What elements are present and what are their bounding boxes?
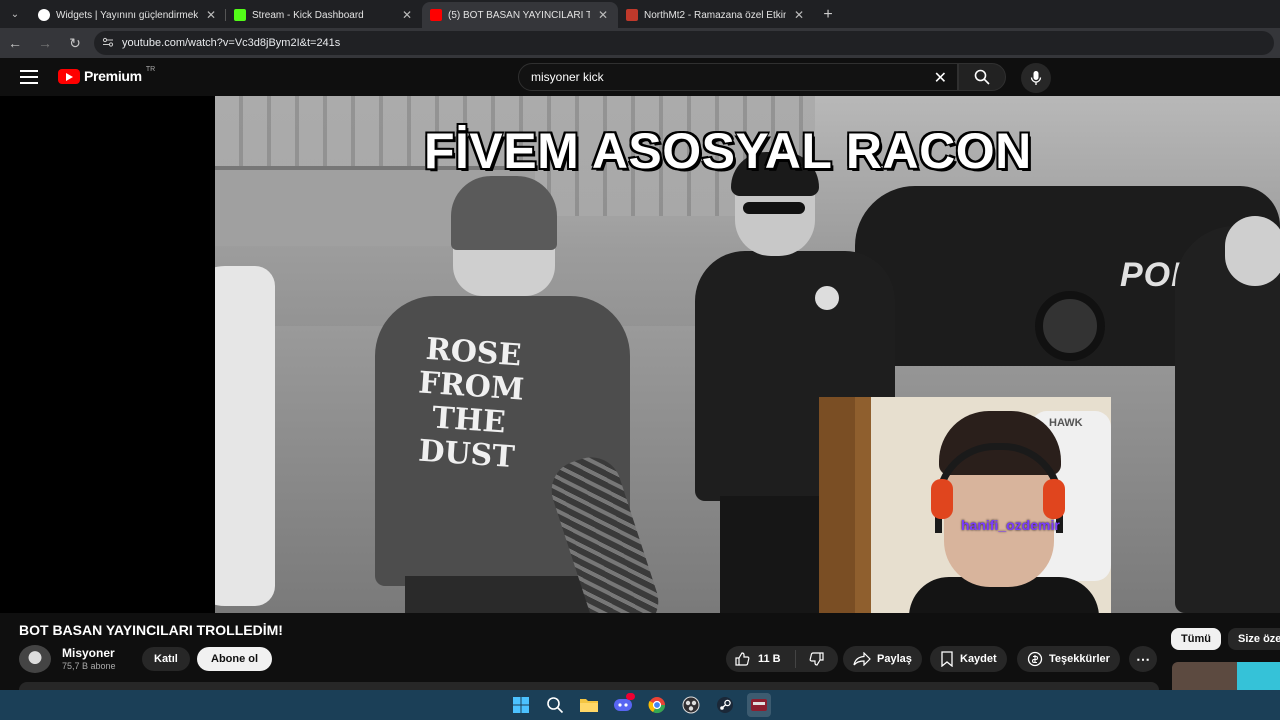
youtube-favicon-icon bbox=[430, 9, 442, 21]
steam-icon[interactable] bbox=[713, 693, 737, 717]
chip-all[interactable]: Tümü bbox=[1171, 628, 1221, 650]
badge-icon bbox=[815, 286, 839, 310]
voice-search-button[interactable] bbox=[1021, 63, 1051, 93]
recommended-thumbnail[interactable] bbox=[1172, 662, 1280, 690]
share-icon bbox=[853, 652, 871, 666]
tab-widgets[interactable]: Widgets | Yayınını güçlendirmek ✕ bbox=[30, 2, 226, 28]
youtube-logo[interactable]: Premium TR bbox=[58, 65, 156, 84]
obs-icon[interactable] bbox=[679, 693, 703, 717]
game-app-icon[interactable] bbox=[747, 693, 771, 717]
search-value: misyoner kick bbox=[531, 70, 604, 84]
clear-search-icon[interactable]: ✕ bbox=[934, 68, 947, 88]
shirt-print-text: ROSE FROM THE DUST bbox=[417, 331, 526, 476]
video-title: BOT BASAN YAYINCILARI TROLLEDİM! bbox=[19, 622, 283, 638]
search-icon bbox=[974, 69, 990, 85]
search-button[interactable] bbox=[958, 63, 1006, 91]
tab-close-icon[interactable]: ✕ bbox=[400, 8, 414, 22]
tab-northmt2[interactable]: NorthMt2 - Ramazana özel Etkinlik ✕ bbox=[618, 2, 814, 28]
tab-title: NorthMt2 - Ramazana özel Etkinlik bbox=[644, 9, 786, 21]
back-arrow-icon[interactable]: ← bbox=[0, 35, 30, 51]
more-actions-icon[interactable]: ⋯ bbox=[1129, 646, 1157, 672]
discord-icon[interactable] bbox=[611, 693, 635, 717]
taskbar-search-icon[interactable] bbox=[543, 693, 567, 717]
chair-brand: HAWK bbox=[1049, 417, 1083, 429]
logo-text: Premium bbox=[84, 68, 142, 84]
youtube-header: Premium TR misyoner kick ✕ bbox=[0, 58, 1280, 96]
share-button[interactable]: Paylaş bbox=[843, 646, 922, 672]
file-explorer-icon[interactable] bbox=[577, 693, 601, 717]
windows-start-icon[interactable] bbox=[509, 693, 533, 717]
northmt2-favicon-icon bbox=[626, 9, 638, 21]
save-button[interactable]: Kaydet bbox=[930, 646, 1007, 672]
url-bar[interactable]: youtube.com/watch?v=Vc3d8jBym2I&t=241s bbox=[94, 31, 1274, 55]
thanks-label: Teşekkürler bbox=[1049, 653, 1110, 665]
browser-tab-strip: ⌄ Widgets | Yayınını güçlendirmek ✕ Stre… bbox=[0, 0, 1280, 28]
thanks-icon bbox=[1027, 651, 1043, 667]
channel-avatar[interactable] bbox=[19, 645, 51, 673]
subscribe-button[interactable]: Abone ol bbox=[197, 647, 273, 671]
tab-kick-dashboard[interactable]: Stream - Kick Dashboard ✕ bbox=[226, 2, 422, 28]
url-text: youtube.com/watch?v=Vc3d8jBym2I&t=241s bbox=[122, 37, 341, 49]
car-wheel bbox=[1035, 291, 1105, 361]
save-icon bbox=[941, 651, 953, 667]
streamer-webcam: HAWK hanifi_ozdemir bbox=[819, 397, 1111, 613]
menu-icon[interactable] bbox=[20, 70, 38, 84]
tab-close-icon[interactable]: ✕ bbox=[596, 8, 610, 22]
region-code: TR bbox=[145, 65, 156, 73]
video-player[interactable]: POLICE ROSEFROMTHEDUST FİVEM ASOSYAL RAC… bbox=[215, 96, 1280, 613]
sunglasses-icon bbox=[743, 202, 805, 214]
dislike-button[interactable] bbox=[796, 651, 838, 667]
tab-title: Widgets | Yayınını güçlendirmek bbox=[56, 9, 198, 21]
widgets-favicon-icon bbox=[38, 9, 50, 21]
notification-badge bbox=[626, 693, 635, 700]
tab-title: (5) BOT BASAN YAYINCILARI TROLLEDİM! bbox=[448, 9, 590, 21]
thanks-button[interactable]: Teşekkürler bbox=[1017, 646, 1120, 672]
site-settings-icon[interactable] bbox=[102, 36, 114, 51]
description-box[interactable] bbox=[19, 682, 1159, 690]
save-label: Kaydet bbox=[960, 653, 997, 665]
subscriber-count: 75,7 B abone bbox=[62, 661, 116, 671]
microphone-icon bbox=[1030, 71, 1042, 85]
video-overlay-title: FİVEM ASOSYAL RACON bbox=[423, 122, 1032, 180]
channel-name[interactable]: Misyoner bbox=[62, 646, 115, 660]
join-button[interactable]: Katıl bbox=[142, 647, 190, 671]
tab-search-chevron-icon[interactable]: ⌄ bbox=[0, 0, 30, 28]
white-car bbox=[215, 266, 275, 606]
share-label: Paylaş bbox=[877, 653, 912, 665]
browser-toolbar: ← → ↻ youtube.com/watch?v=Vc3d8jBym2I&t=… bbox=[0, 28, 1280, 58]
tab-close-icon[interactable]: ✕ bbox=[792, 8, 806, 22]
kick-favicon-icon bbox=[234, 9, 246, 21]
tab-title: Stream - Kick Dashboard bbox=[252, 9, 364, 21]
like-dislike-group: 11 B bbox=[726, 646, 838, 672]
thumbs-up-icon bbox=[735, 652, 750, 666]
search-input[interactable]: misyoner kick ✕ bbox=[518, 63, 958, 91]
chrome-icon[interactable] bbox=[645, 693, 669, 717]
like-button[interactable]: 11 B bbox=[726, 650, 796, 668]
officer-right-head bbox=[1225, 216, 1280, 286]
windows-taskbar bbox=[0, 690, 1280, 720]
like-count: 11 B bbox=[758, 653, 781, 665]
cap-icon bbox=[451, 176, 557, 250]
chip-for-you[interactable]: Size özel bbox=[1228, 628, 1280, 650]
youtube-play-icon bbox=[58, 68, 80, 84]
webcam-username: hanifi_ozdemir bbox=[961, 517, 1060, 533]
player-letterbox bbox=[0, 96, 215, 613]
tab-close-icon[interactable]: ✕ bbox=[204, 8, 218, 22]
forward-arrow-icon[interactable]: → bbox=[30, 35, 60, 51]
thumbs-down-icon bbox=[809, 652, 824, 666]
new-tab-button[interactable]: + bbox=[814, 2, 842, 28]
reload-icon[interactable]: ↻ bbox=[60, 35, 90, 52]
tab-youtube-video[interactable]: (5) BOT BASAN YAYINCILARI TROLLEDİM! ✕ bbox=[422, 2, 618, 28]
